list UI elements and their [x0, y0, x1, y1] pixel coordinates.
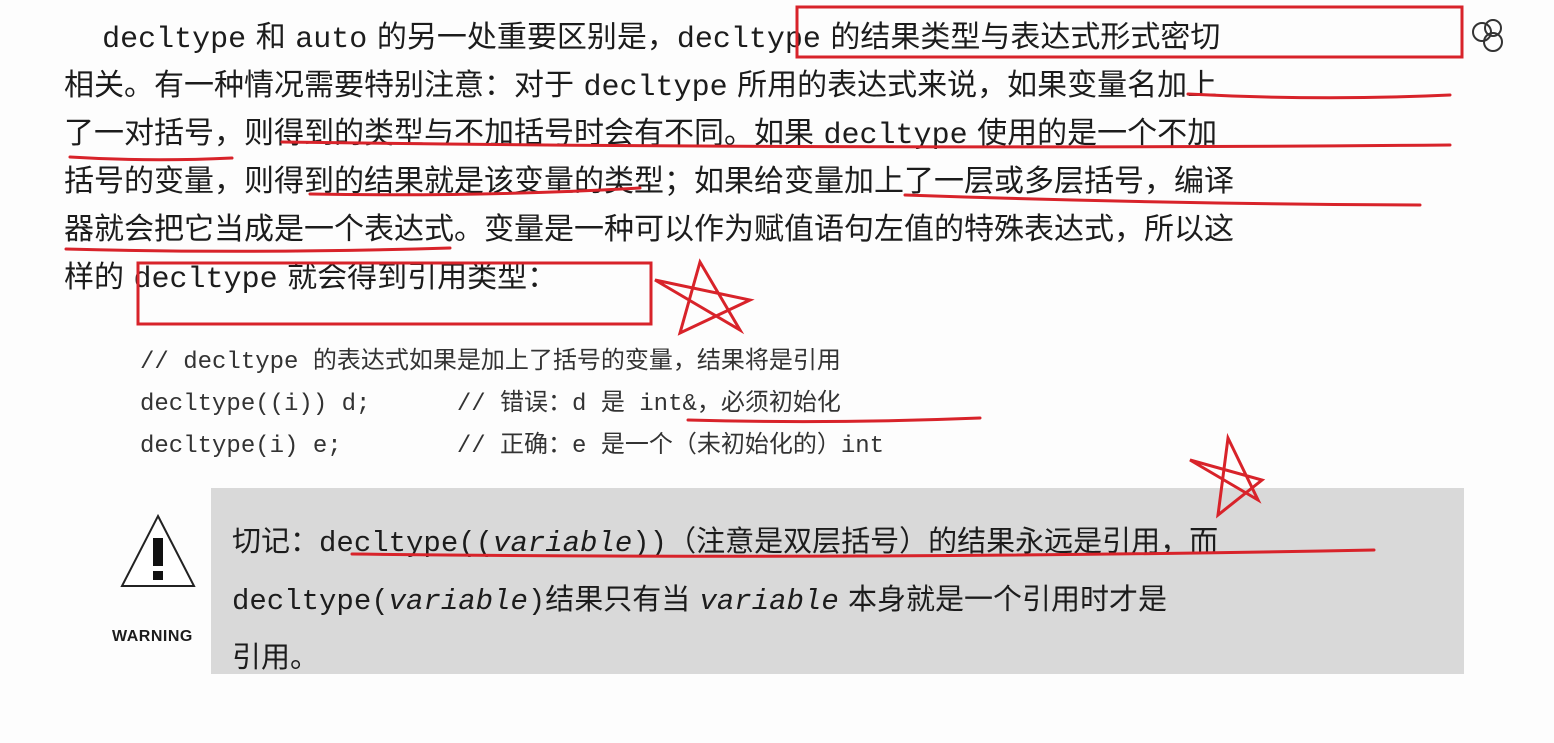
underline-line5	[64, 246, 452, 253]
paragraph-line-6: 样的 decltype 就会得到引用类型：	[64, 260, 558, 297]
code-line-d: decltype((i)) d; // 错误：d 是 int&，必须初始化	[140, 391, 841, 418]
code-comment-line: // decltype 的表达式如果是加上了括号的变量，结果将是引用	[140, 349, 841, 376]
underline-line2	[1186, 92, 1452, 100]
margin-circles-icon	[1472, 19, 1503, 52]
paragraph-line-4: 括号的变量，则得到的结果就是该变量的类型；如果给变量加上了一层或多层括号，编译	[64, 164, 1234, 199]
paragraph-line-5: 器就会把它当成是一个表达式。变量是一种可以作为赋值语句左值的特殊表达式，所以这	[64, 212, 1234, 247]
paragraph-line-2: 相关。有一种情况需要特别注意：对于 decltype 所用的表达式来说，如果变量…	[64, 68, 1218, 105]
warning-line-1: 切记：decltype((variable))（注意是双层括号）的结果永远是引用…	[232, 524, 1219, 560]
underline-code-d	[686, 416, 982, 424]
warning-line-2: decltype(variable)结果只有当 variable 本身就是一个引…	[232, 582, 1167, 618]
warning-label: WARNING	[112, 628, 193, 645]
code-line-e: decltype(i) e; // 正确：e 是一个（未初始化的）int	[140, 433, 885, 460]
warning-line-3: 引用。	[232, 640, 320, 674]
paragraph-line-3: 了一对括号，则得到的类型与不加括号时会有不同。如果 decltype 使用的是一…	[64, 116, 1218, 153]
star-doodle-top	[654, 258, 755, 336]
warning-triangle-icon	[120, 513, 196, 587]
paragraph-line-1: decltype 和 auto 的另一处重要区别是，decltype 的结果类型…	[102, 20, 1221, 57]
